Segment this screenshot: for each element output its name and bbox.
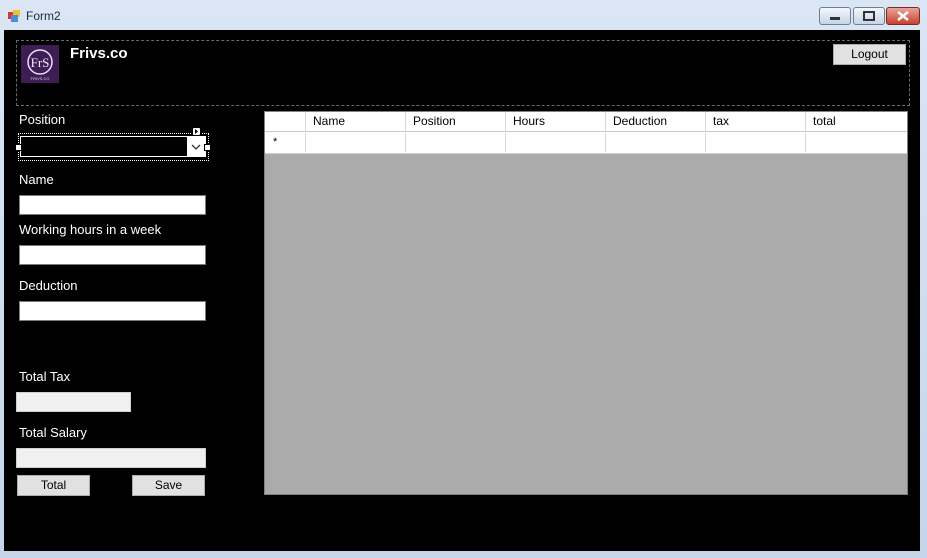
- new-row-marker: *: [273, 136, 278, 148]
- save-button[interactable]: Save: [132, 475, 205, 496]
- grid-header-row: Name Position Hours Deduction tax total: [265, 112, 907, 132]
- column-header-name[interactable]: Name: [305, 112, 405, 131]
- chevron-down-icon: [191, 144, 201, 150]
- column-header-tax[interactable]: tax: [705, 112, 805, 131]
- deduction-input[interactable]: [19, 301, 206, 321]
- name-input[interactable]: [19, 195, 206, 215]
- employee-data-grid[interactable]: Name Position Hours Deduction tax total …: [264, 111, 908, 495]
- window: Form2 FrS FRIVS.CO Frivs.co Logout Posit…: [0, 0, 927, 558]
- smart-tag-button[interactable]: [192, 127, 201, 136]
- header-panel: FrS FRIVS.CO Frivs.co Logout: [16, 40, 910, 106]
- new-row[interactable]: *: [265, 132, 907, 154]
- hours-label: Working hours in a week: [19, 222, 162, 237]
- hours-input[interactable]: [19, 245, 206, 265]
- name-label: Name: [19, 172, 54, 187]
- column-header-deduction[interactable]: Deduction: [605, 112, 705, 131]
- total-tax-output[interactable]: [16, 392, 131, 412]
- cell-position[interactable]: [405, 133, 505, 152]
- cell-tax[interactable]: [705, 133, 805, 152]
- close-button[interactable]: [886, 7, 920, 25]
- position-label: Position: [19, 112, 66, 127]
- total-salary-output[interactable]: [16, 448, 206, 468]
- maximize-button[interactable]: [853, 7, 885, 25]
- svg-text:FrS: FrS: [31, 55, 50, 70]
- column-header-position[interactable]: Position: [405, 112, 505, 131]
- app-form-icon: [8, 10, 20, 22]
- grid-row-header-corner[interactable]: [265, 112, 305, 131]
- column-header-total[interactable]: total: [805, 112, 905, 131]
- cell-total[interactable]: [805, 133, 905, 152]
- brand-name: Frivs.co: [70, 45, 128, 62]
- logo-icon: FrS FRIVS.CO: [27, 49, 53, 81]
- logout-button[interactable]: Logout: [833, 44, 906, 65]
- total-salary-label: Total Salary: [19, 425, 87, 440]
- maximize-icon: [863, 11, 875, 21]
- total-tax-label: Total Tax: [19, 369, 71, 384]
- cell-name[interactable]: [305, 133, 405, 152]
- company-logo: FrS FRIVS.CO: [21, 45, 59, 83]
- resize-handle-left[interactable]: [15, 144, 22, 151]
- form-client-area: FrS FRIVS.CO Frivs.co Logout Position Na…: [4, 30, 920, 551]
- cell-deduction[interactable]: [605, 133, 705, 152]
- minimize-button[interactable]: [819, 7, 851, 25]
- window-title: Form2: [26, 9, 61, 23]
- minimize-icon: [830, 17, 840, 20]
- combo-dropdown-button[interactable]: [187, 137, 205, 156]
- position-combobox[interactable]: [20, 136, 206, 157]
- close-icon: [897, 11, 909, 21]
- cell-hours[interactable]: [505, 133, 605, 152]
- deduction-label: Deduction: [19, 278, 78, 293]
- title-bar[interactable]: Form2: [0, 0, 927, 30]
- smart-tag-icon: [195, 129, 198, 134]
- svg-text:FRIVS.CO: FRIVS.CO: [31, 76, 50, 81]
- total-button[interactable]: Total: [17, 475, 90, 496]
- resize-handle-right[interactable]: [204, 144, 211, 151]
- column-header-hours[interactable]: Hours: [505, 112, 605, 131]
